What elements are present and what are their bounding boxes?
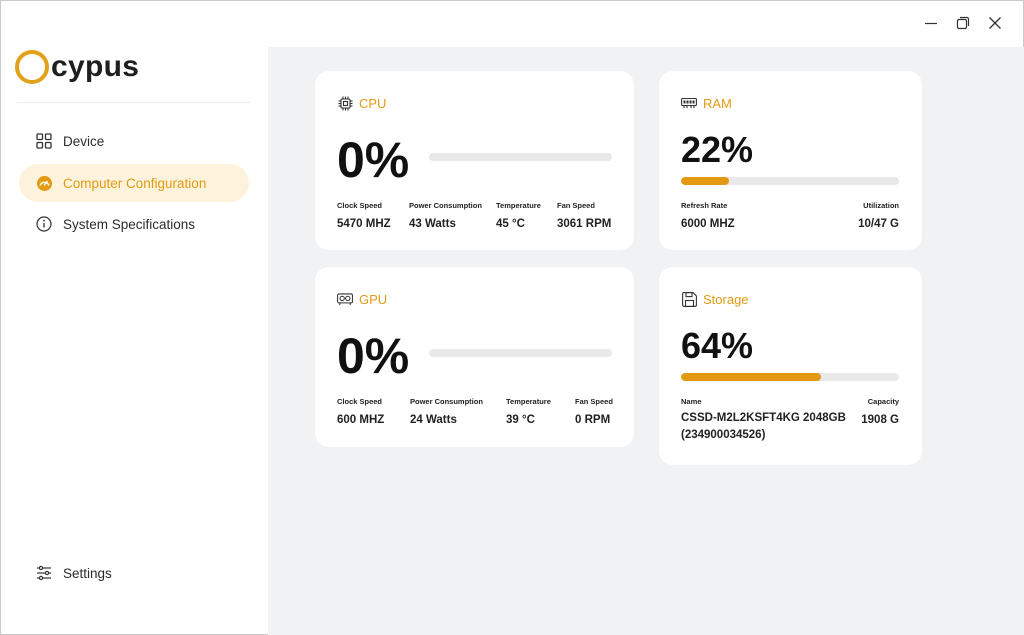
sidebar: cypus Device Computer Configuration Syst… — [1, 1, 268, 634]
card-header: RAM — [681, 95, 732, 111]
memory-icon — [681, 95, 697, 111]
stat-label: Temperature — [506, 397, 551, 406]
divider — [17, 102, 251, 103]
stat-label: Fan Speed — [557, 201, 595, 210]
floppy-disk-icon — [681, 291, 697, 307]
card-title: RAM — [703, 95, 732, 111]
stat-fan-speed: Fan Speed 3061 RPM — [557, 201, 611, 230]
stat-value: 10/47 G — [858, 218, 899, 230]
stat-clock-speed: Clock Speed 5470 MHZ — [337, 201, 391, 230]
stat-label: Temperature — [496, 201, 541, 210]
stat-value: 3061 RPM — [557, 218, 612, 230]
sidebar-item-computer-configuration[interactable]: Computer Configuration — [19, 164, 249, 202]
storage-usage-bar — [681, 373, 899, 381]
ram-card: RAM 22% Refresh Rate 6000 MHZ Utilizatio… — [659, 71, 922, 250]
stat-value: 1908 G — [861, 414, 899, 426]
stat-value: CSSD-M2L2KSFT4KG 2048GB (234900034526) — [681, 412, 846, 441]
storage-card: Storage 64% Name CSSD-M2L2KSFT4KG 2048GB… — [659, 267, 922, 465]
ram-percent: 22% — [681, 129, 754, 170]
stat-value: 43 Watts — [409, 218, 456, 230]
sliders-icon — [35, 564, 53, 582]
stat-label: Clock Speed — [337, 397, 383, 406]
usage-bar-fill — [681, 177, 729, 185]
stat-label: Name — [681, 397, 702, 406]
cpu-usage-bar — [429, 153, 612, 161]
sidebar-item-label: Device — [63, 133, 105, 149]
stat-label: Refresh Rate — [681, 201, 728, 210]
card-title: Storage — [703, 291, 749, 307]
grid-icon — [35, 132, 53, 150]
cpu-percent: 0% — [337, 132, 410, 188]
gpu-card: GPU 0% Clock Speed 600 MHZ Power Consump… — [315, 267, 634, 447]
stat-power-consumption: Power Consumption 24 Watts — [410, 397, 483, 426]
logo-ring-icon — [15, 50, 49, 84]
stat-temperature: Temperature 45 °C — [496, 201, 541, 230]
storage-percent: 64% — [681, 325, 754, 366]
stat-value: 45 °C — [496, 218, 525, 230]
stat-label: Fan Speed — [575, 397, 613, 406]
cpu-card: CPU 0% Clock Speed 5470 MHZ Power Consum… — [315, 71, 634, 250]
stat-value: 5470 MHZ — [337, 218, 391, 230]
stat-value: 24 Watts — [410, 414, 457, 426]
sidebar-item-label: Computer Configuration — [63, 175, 207, 191]
stat-value: 0 RPM — [575, 414, 611, 426]
stat-label: Utilization — [863, 201, 899, 210]
stat-label: Capacity — [867, 397, 899, 406]
stat-refresh-rate: Refresh Rate 6000 MHZ — [681, 201, 735, 230]
stat-power-consumption: Power Consumption 43 Watts — [409, 201, 482, 230]
sidebar-item-label: System Specifications — [63, 216, 196, 232]
stat-fan-speed: Fan Speed 0 RPM — [575, 397, 613, 426]
minimize-icon[interactable] — [914, 9, 948, 37]
stat-value: 600 MHZ — [337, 414, 385, 426]
stat-label: Power Consumption — [409, 201, 482, 210]
card-header: CPU — [337, 95, 386, 111]
stat-temperature: Temperature 39 °C — [506, 397, 551, 426]
app-window: cypus Device Computer Configuration Syst… — [0, 0, 1024, 635]
cpu-chip-icon — [337, 95, 353, 111]
stat-label: Clock Speed — [337, 201, 383, 210]
stat-capacity: Capacity 1908 G — [861, 397, 899, 426]
card-title: CPU — [359, 95, 387, 111]
close-icon[interactable] — [978, 9, 1012, 37]
ram-usage-bar — [681, 177, 899, 185]
restore-icon[interactable] — [946, 9, 980, 37]
info-icon — [35, 215, 53, 233]
stat-label: Power Consumption — [410, 397, 483, 406]
gpu-percent: 0% — [337, 328, 410, 384]
usage-bar-fill — [681, 373, 821, 381]
sidebar-item-device[interactable]: Device — [19, 122, 249, 160]
stat-value: 6000 MHZ — [681, 218, 735, 230]
sidebar-item-label: Settings — [63, 565, 112, 581]
card-header: Storage — [681, 291, 749, 307]
sidebar-item-settings[interactable]: Settings — [19, 554, 249, 592]
sidebar-item-system-specifications[interactable]: System Specifications — [19, 205, 249, 243]
stat-clock-speed: Clock Speed 600 MHZ — [337, 397, 384, 426]
gpu-icon — [337, 291, 353, 307]
app-name: cypus — [51, 50, 140, 83]
card-header: GPU — [337, 291, 387, 307]
gpu-usage-bar — [429, 349, 612, 357]
app-logo: cypus — [15, 45, 139, 89]
stat-name: Name CSSD-M2L2KSFT4KG 2048GB (2349000345… — [681, 397, 851, 444]
gauge-icon — [35, 174, 53, 192]
stat-utilization: Utilization 10/47 G — [858, 201, 899, 230]
stat-value: 39 °C — [506, 414, 535, 426]
card-title: GPU — [359, 291, 388, 307]
